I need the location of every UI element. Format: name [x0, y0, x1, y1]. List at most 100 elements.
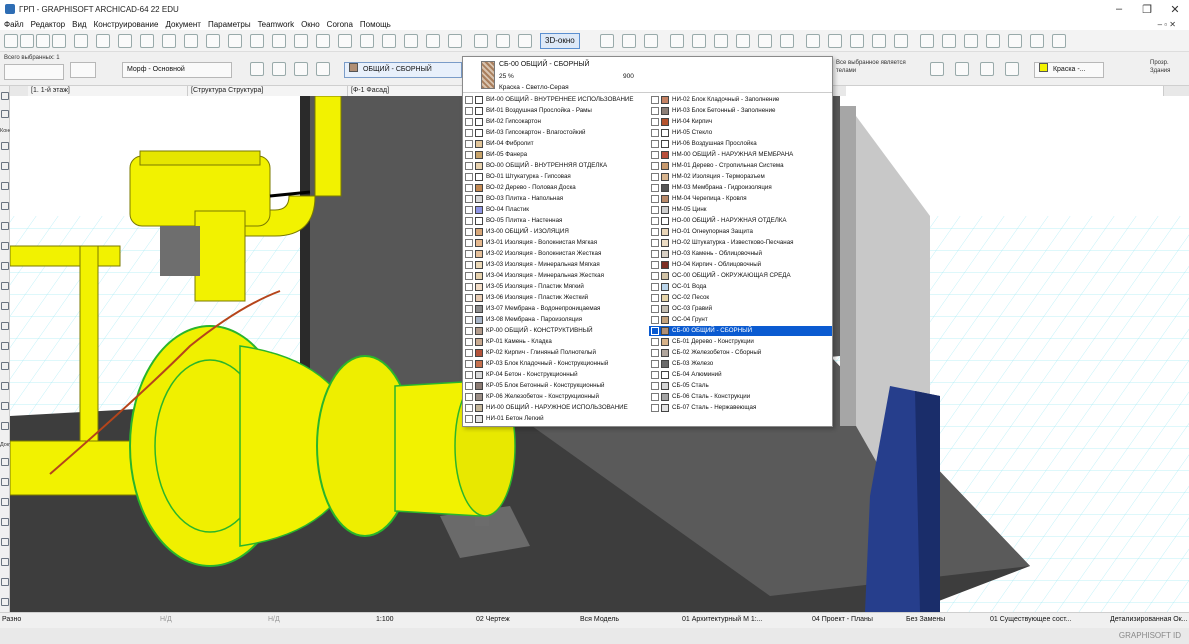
surface-option[interactable]: НО-04 Кирпич - Облицовочный [649, 260, 832, 270]
option-checkbox[interactable] [465, 393, 473, 401]
level-dimension-icon[interactable] [1, 478, 9, 486]
surface-option[interactable]: ИЗ-03 Изоляция - Минеральная Мягкая [463, 260, 646, 270]
option-checkbox[interactable] [651, 195, 659, 203]
surface-option[interactable]: НМ-00 ОБЩИЙ - НАРУЖНАЯ МЕМБРАНА [649, 150, 832, 160]
option-checkbox[interactable] [651, 206, 659, 214]
menu-window[interactable]: Окно [301, 20, 320, 29]
intersect-icon[interactable] [272, 34, 286, 48]
surface-option[interactable]: НМ-02 Изоляция - Терморазъем [649, 172, 832, 182]
surface-option[interactable]: ОС-00 ОБЩИЙ - ОКРУЖАЮЩАЯ СРЕДА [649, 271, 832, 281]
menu-help[interactable]: Помощь [360, 20, 391, 29]
surface-option-selected[interactable]: СБ-00 ОБЩИЙ - СБОРНЫЙ [649, 326, 832, 336]
surface-option[interactable]: ИЗ-08 Мембрана - Пароизоляция [463, 315, 646, 325]
option-checkbox[interactable] [651, 338, 659, 346]
surface-option[interactable]: СБ-07 Сталь - Нержавеющая [649, 403, 832, 413]
option-checkbox[interactable] [651, 305, 659, 313]
option-checkbox[interactable] [465, 217, 473, 225]
railing-icon[interactable] [1, 382, 9, 390]
tab-structure[interactable]: [Структура Структура] [188, 86, 348, 96]
option-checkbox[interactable] [651, 316, 659, 324]
morph-edge-icon[interactable] [250, 62, 264, 76]
surface-option[interactable]: НИ-03 Блок Бетонный - Заполнение [649, 106, 832, 116]
elevation-icon[interactable] [518, 34, 532, 48]
option-checkbox[interactable] [465, 206, 473, 214]
menu-options[interactable]: Параметры [208, 20, 251, 29]
surface-option[interactable]: НМ-05 Цинк [649, 205, 832, 215]
surface-option[interactable]: СБ-01 Дерево - Конструкции [649, 337, 832, 347]
receive-shadow-icon[interactable] [955, 62, 969, 76]
surface-option[interactable]: НИ-01 Бетон Легкий [463, 414, 646, 424]
option-checkbox[interactable] [651, 129, 659, 137]
renovation-filter-select[interactable]: 01 Существующее сост... [990, 616, 1072, 623]
surface-option[interactable]: КР-01 Камень - Кладка [463, 337, 646, 347]
morph-body-icon[interactable] [294, 62, 308, 76]
option-checkbox[interactable] [465, 228, 473, 236]
option-checkbox[interactable] [465, 316, 473, 324]
surface-option[interactable]: ВИ-01 Воздушная Прослойка - Рамы [463, 106, 646, 116]
surface-option[interactable]: ИЗ-05 Изоляция - Пластик Мягкий [463, 282, 646, 292]
surface-option[interactable]: ИЗ-06 Изоляция - Пластик Жесткий [463, 293, 646, 303]
surface-option[interactable]: ИЗ-00 ОБЩИЙ - ИЗОЛЯЦИЯ [463, 227, 646, 237]
syringe-icon[interactable] [52, 34, 66, 48]
option-checkbox[interactable] [465, 96, 473, 104]
option-checkbox[interactable] [651, 173, 659, 181]
texture-icon[interactable] [980, 62, 994, 76]
morph-face-icon[interactable] [272, 62, 286, 76]
walk-icon[interactable] [670, 34, 684, 48]
stair-icon[interactable] [1, 362, 9, 370]
surface-option[interactable]: ВИ-02 Гипсокартон [463, 117, 646, 127]
option-checkbox[interactable] [651, 360, 659, 368]
option-checkbox[interactable] [651, 151, 659, 159]
surface-option[interactable]: ОС-04 Грунт [649, 315, 832, 325]
model-select[interactable]: Вся Модель [580, 616, 619, 623]
line-icon[interactable] [1, 558, 9, 566]
surface-option[interactable]: ВИ-00 ОБЩИЙ - ВНУТРЕННЕЕ ИСПОЛЬЗОВАНИЕ [463, 95, 646, 105]
surface-option[interactable]: КР-04 Бетон - Конструкционный [463, 370, 646, 380]
surface-option[interactable]: КР-06 Железобетон - Конструкционный [463, 392, 646, 402]
detail-icon[interactable] [622, 34, 636, 48]
menu-document[interactable]: Документ [165, 20, 201, 29]
window-tool-icon[interactable] [1, 202, 9, 210]
surface-option[interactable]: НИ-06 Воздушная Прослойка [649, 139, 832, 149]
option-checkbox[interactable] [465, 404, 473, 412]
menu-design[interactable]: Конструирование [94, 20, 159, 29]
guideline-icon[interactable] [162, 34, 176, 48]
spline-icon[interactable] [1, 598, 9, 606]
surface-option[interactable]: НМ-01 Дерево - Стропильная Система [649, 161, 832, 171]
surface-option[interactable]: ИЗ-07 Мембрана - Водонепроницаемая [463, 304, 646, 314]
layer-combination-select[interactable]: 02 Чертеж [476, 616, 510, 623]
document-window-controls[interactable]: – ▫ ✕ [1158, 20, 1176, 29]
tab-elevation[interactable]: [Ф-1 Фасад] [348, 86, 468, 96]
surface-option[interactable]: ВИ-05 Фанера [463, 150, 646, 160]
3d-style-icon[interactable] [806, 34, 820, 48]
option-checkbox[interactable] [651, 294, 659, 302]
surface-option[interactable]: НИ-00 ОБЩИЙ - НАРУЖНОЕ ИСПОЛЬЗОВАНИЕ [463, 403, 646, 413]
shell-icon[interactable] [1, 302, 9, 310]
menu-edit[interactable]: Редактор [31, 20, 65, 29]
option-checkbox[interactable] [465, 151, 473, 159]
material-icon[interactable] [1005, 62, 1019, 76]
option-checkbox[interactable] [465, 107, 473, 115]
beam-icon[interactable] [1, 182, 9, 190]
dimension-icon[interactable] [1, 458, 9, 466]
option-checkbox[interactable] [651, 393, 659, 401]
surface-option[interactable]: ВО-02 Дерево - Половая Доска [463, 183, 646, 193]
morph-icon[interactable] [1, 322, 9, 330]
pan-icon[interactable] [780, 34, 794, 48]
option-checkbox[interactable] [651, 140, 659, 148]
surface-option[interactable]: НО-03 Камень - Облицовочный [649, 249, 832, 259]
option-checkbox[interactable] [465, 382, 473, 390]
reserve-icon[interactable] [942, 34, 956, 48]
surface-option[interactable]: СБ-05 Сталь [649, 381, 832, 391]
stretch-icon[interactable] [360, 34, 374, 48]
surface-option[interactable]: ИЗ-02 Изоляция - Волокнистая Жесткая [463, 249, 646, 259]
option-checkbox[interactable] [651, 283, 659, 291]
option-checkbox[interactable] [465, 162, 473, 170]
option-checkbox[interactable] [651, 239, 659, 247]
door-icon[interactable] [1, 222, 9, 230]
cutaway-icon[interactable] [872, 34, 886, 48]
graphisoft-id-link[interactable]: GRAPHISOFT ID [1119, 631, 1181, 640]
option-checkbox[interactable] [465, 272, 473, 280]
message-icon[interactable] [1008, 34, 1022, 48]
corona-settings-icon[interactable] [1052, 34, 1066, 48]
